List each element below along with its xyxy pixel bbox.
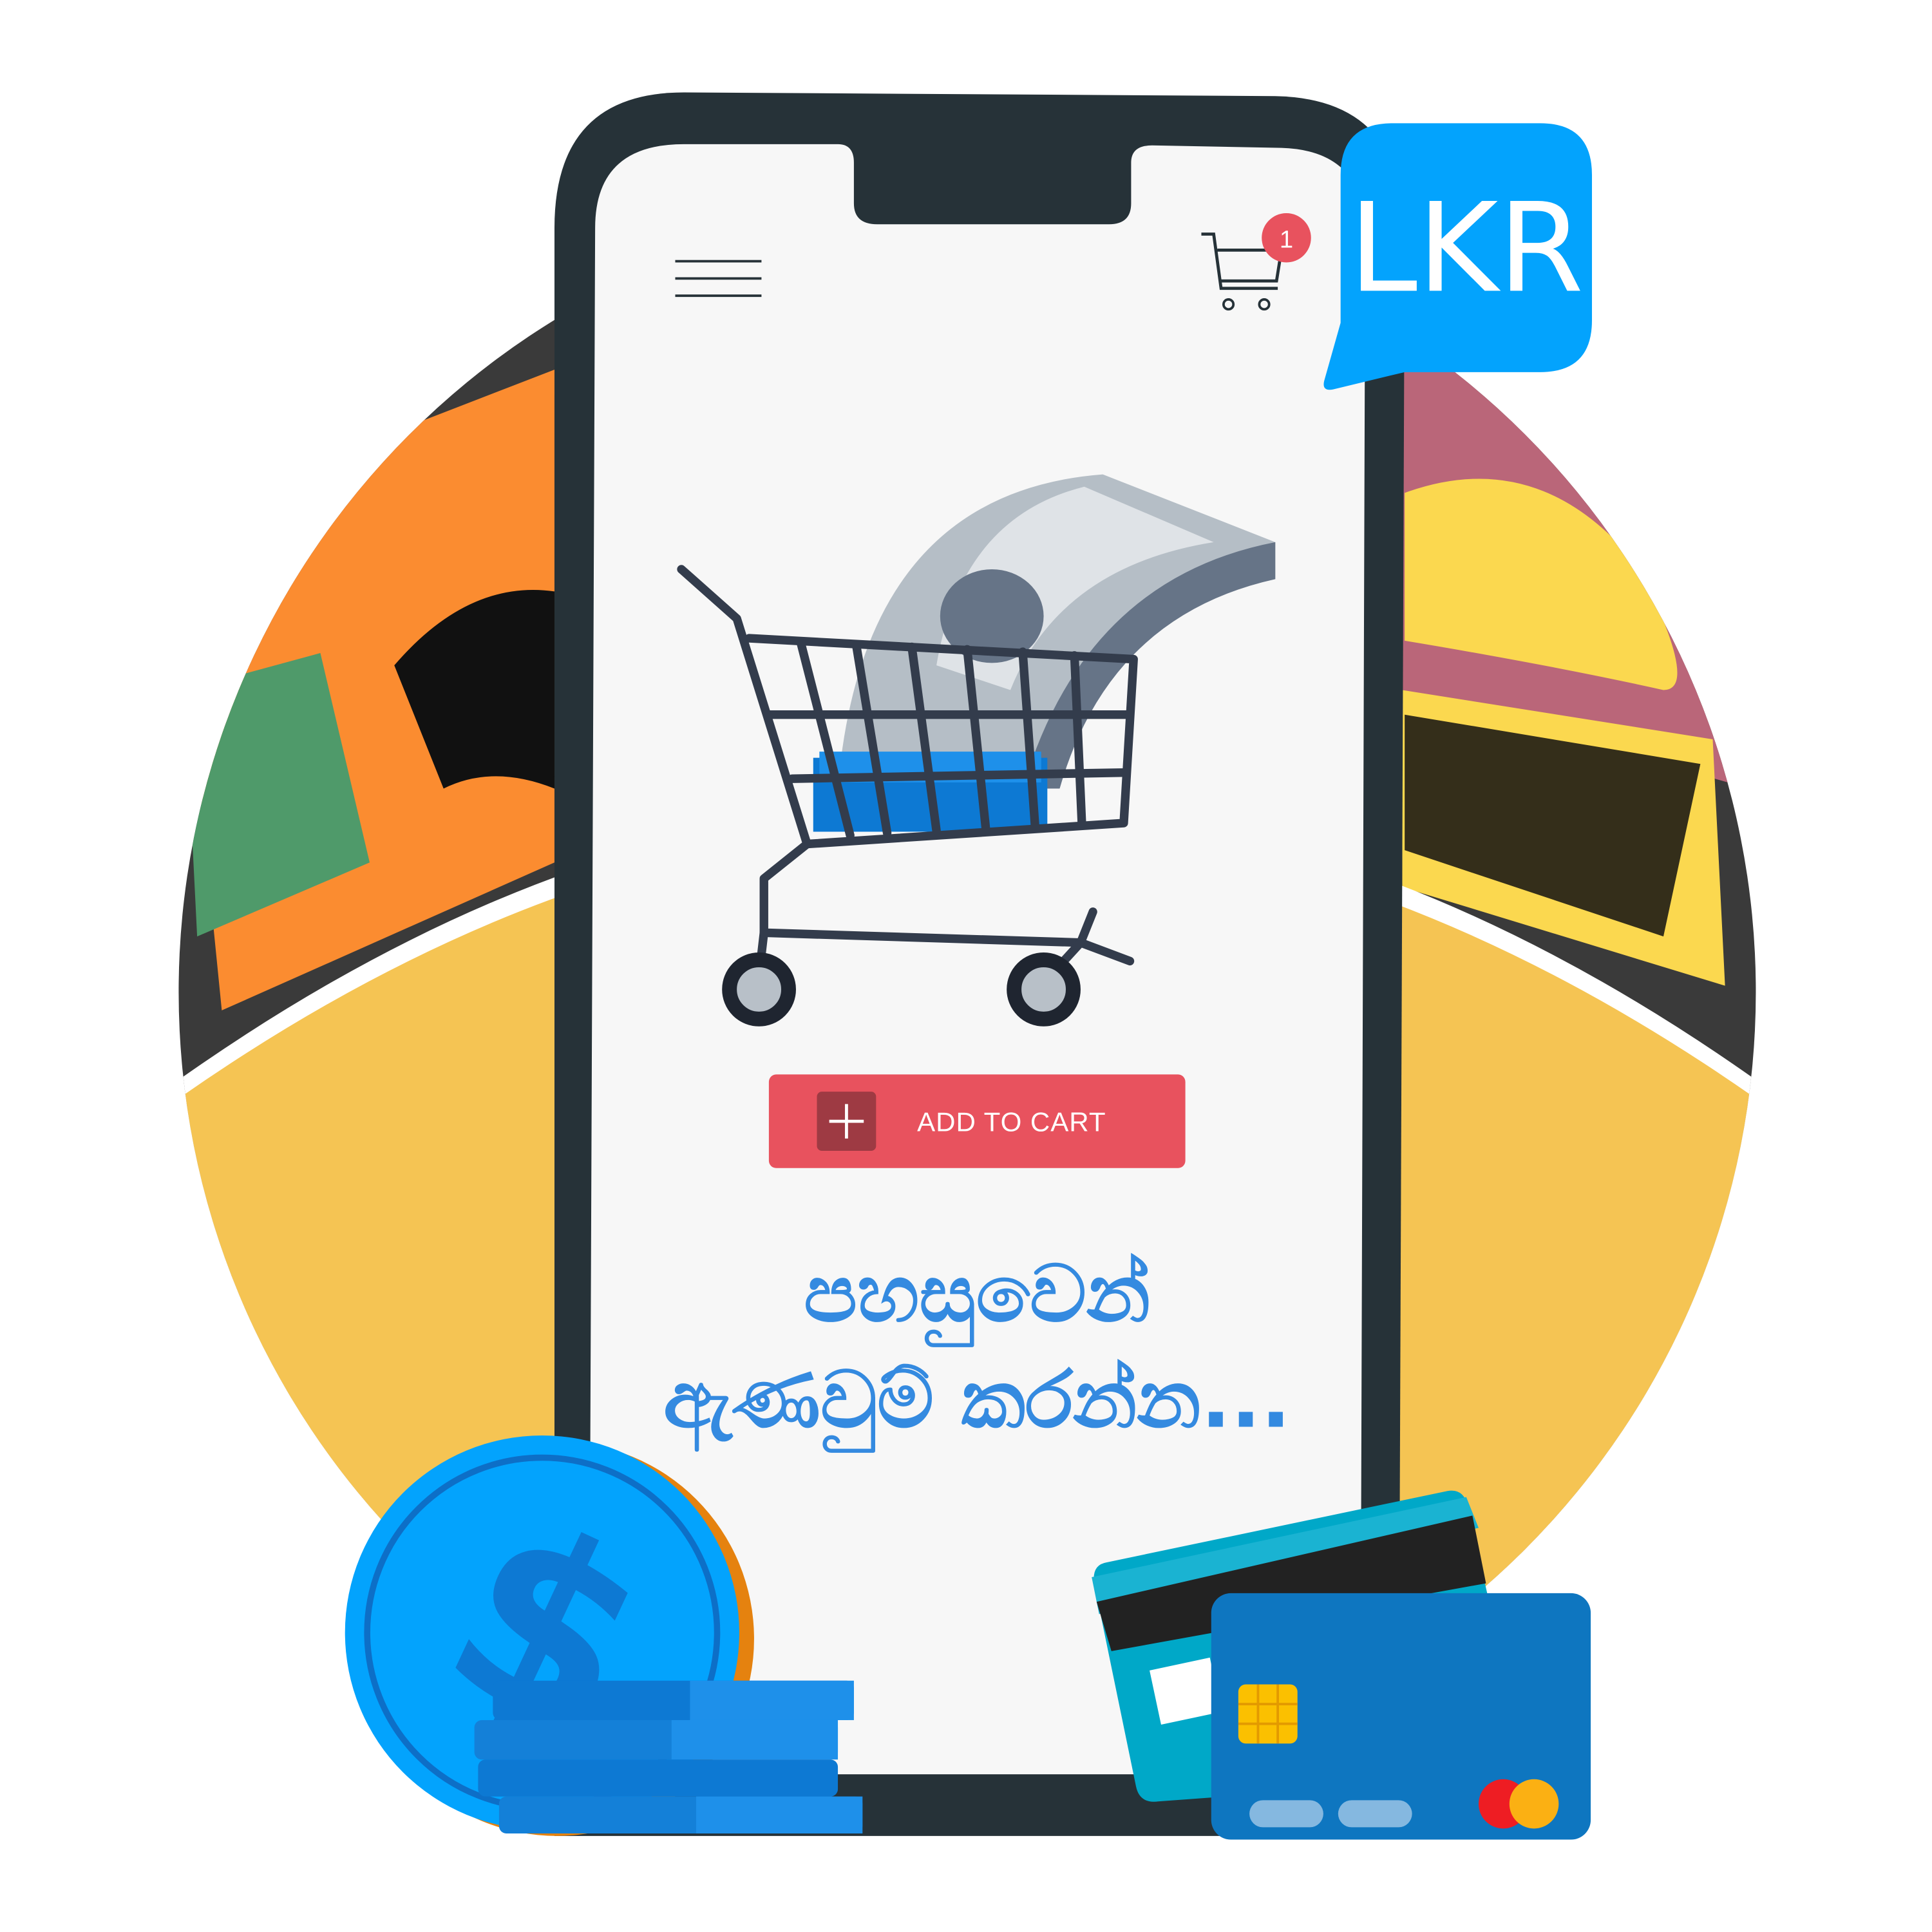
scene: 1 LKR ADD TO CART පහසුවෙන් ඇණවුම් කරන්න.…: [178, 92, 1756, 1840]
add-to-cart-label: ADD TO CART: [917, 1106, 1106, 1137]
illustration-canvas: 1 LKR ADD TO CART පහසුවෙන් ඇණවුම් කරන්න.…: [0, 0, 1932, 1932]
tagline-line-1: පහසුවෙන්: [804, 1247, 1150, 1348]
coin-stack-icon: [474, 1680, 863, 1833]
currency-badge: LKR: [1323, 123, 1592, 390]
credit-card-icon-front: [1211, 1593, 1591, 1840]
cart-count: 1: [1280, 226, 1293, 254]
tagline-line-2: ඇණවුම් කරන්න...: [663, 1354, 1291, 1454]
add-to-cart-button[interactable]: ADD TO CART: [768, 1074, 1186, 1168]
currency-label: LKR: [1349, 177, 1584, 321]
chip-icon: [1238, 1684, 1298, 1744]
